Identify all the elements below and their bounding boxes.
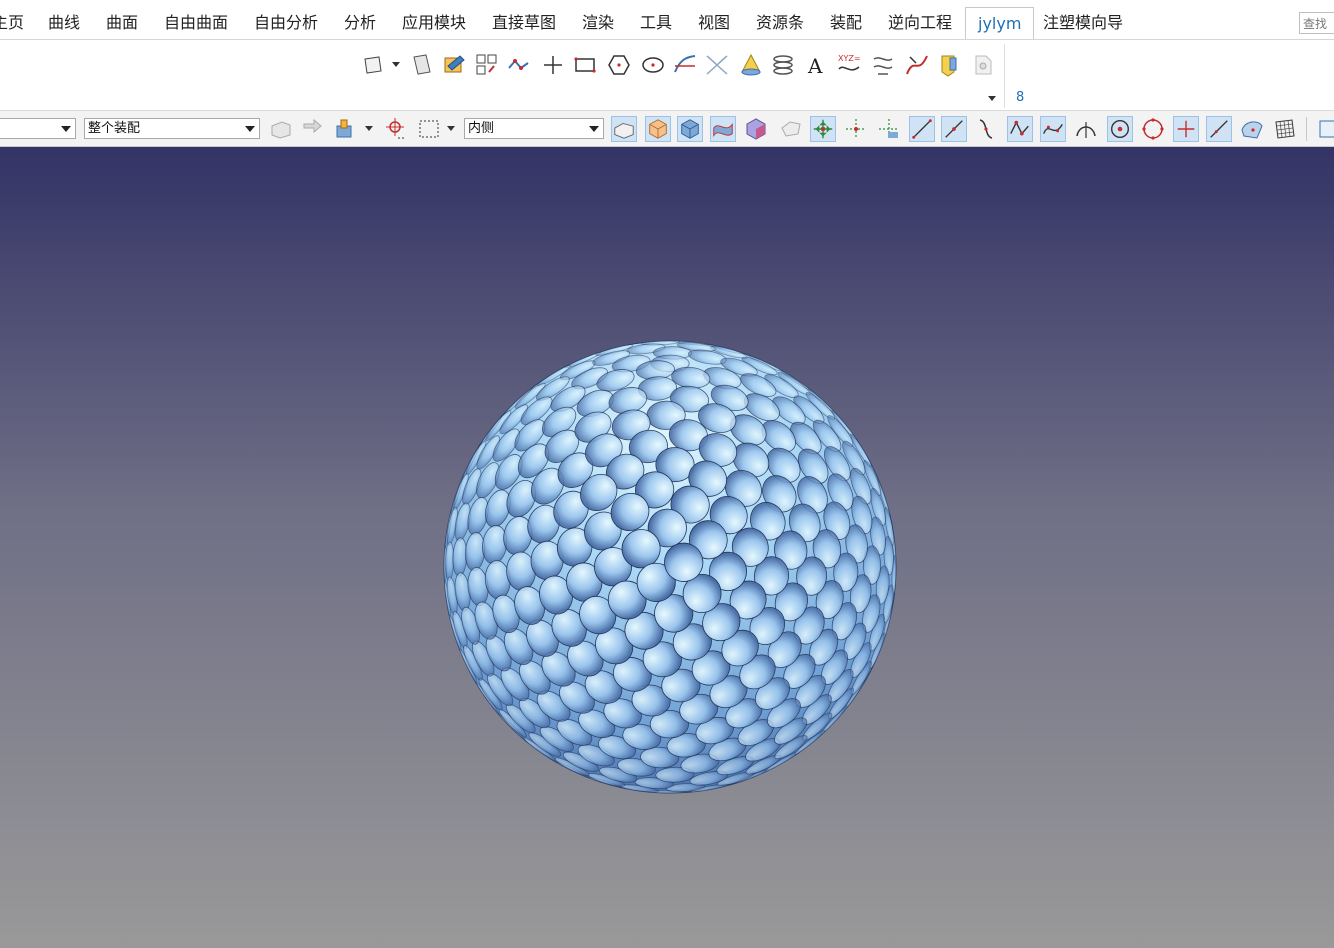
tab-surface[interactable]: 曲面 (100, 7, 144, 38)
tab-resource-bar[interactable]: 资源条 (750, 7, 810, 38)
rectangle-select-icon[interactable] (416, 116, 442, 142)
ribbon-group-label: 8 (1016, 90, 1025, 105)
tab-render[interactable]: 渲染 (576, 7, 620, 38)
chevron-down-icon[interactable] (392, 62, 400, 68)
select-face-icon[interactable] (611, 116, 637, 142)
snap-curve-icon[interactable] (974, 116, 1000, 142)
rectangle-icon[interactable] (572, 52, 598, 78)
tab-curve[interactable]: 曲线 (42, 7, 86, 38)
tab-jylym[interactable]: jylym (965, 7, 1035, 39)
golf-ball-model[interactable] (0, 147, 1334, 948)
snap-existing-point-icon[interactable] (1173, 116, 1199, 142)
chevron-down-icon (61, 126, 71, 132)
snap-arc-icon[interactable] (1073, 116, 1099, 142)
selection-mode-select[interactable]: 内侧 (464, 118, 604, 139)
select-solid-icon[interactable] (677, 116, 703, 142)
helix-icon[interactable] (770, 52, 796, 78)
intersection-curve-icon[interactable] (704, 52, 730, 78)
snap-point-on-face-icon[interactable] (1239, 116, 1265, 142)
tab-mold-wizard[interactable]: 注塑模向导 (1037, 7, 1129, 38)
ribbon-group: A XYZ= 8 (356, 40, 1024, 110)
ribbon-divider (1004, 44, 1005, 108)
select-sheet-icon[interactable] (710, 116, 736, 142)
group-more-icon[interactable] (988, 96, 996, 102)
tab-assembly[interactable]: 装配 (824, 7, 868, 38)
datum-plane-icon[interactable] (362, 52, 388, 78)
pattern-icon[interactable] (474, 52, 500, 78)
law-curve-icon[interactable]: XYZ= (836, 52, 862, 78)
chevron-down-icon (589, 126, 599, 132)
sketch-icon[interactable] (442, 52, 468, 78)
spline-icon[interactable] (870, 52, 896, 78)
more-icon[interactable] (970, 52, 996, 78)
snap-line-icon[interactable] (909, 116, 935, 142)
snap-quadrant-icon[interactable] (1140, 116, 1166, 142)
chevron-down-icon[interactable] (447, 126, 455, 132)
polyline-icon[interactable] (506, 52, 532, 78)
ellipse-icon[interactable] (640, 52, 666, 78)
tab-analysis[interactable]: 分析 (338, 7, 382, 38)
bridge-curve-icon[interactable] (904, 52, 930, 78)
select-box-icon[interactable] (332, 116, 358, 142)
assembly-filter-icon[interactable] (268, 116, 294, 142)
svg-text:A: A (807, 54, 823, 78)
tab-reverse-engineering[interactable]: 逆向工程 (882, 7, 958, 38)
snap-bounded-grid-icon[interactable] (1272, 116, 1298, 142)
command-search-input[interactable]: 查找命令 (1299, 12, 1334, 53)
select-body-icon[interactable] (645, 116, 671, 142)
offset-curve-icon[interactable] (672, 52, 698, 78)
selection-scope-value: 整个装配 (88, 121, 141, 136)
chevron-down-icon[interactable] (365, 126, 373, 132)
snap-arc-center-icon[interactable] (1107, 116, 1133, 142)
toolbar-divider (1306, 117, 1307, 141)
select-facet-icon[interactable] (778, 116, 804, 142)
tab-home[interactable]: 主页 (0, 7, 30, 38)
type-filter-select[interactable] (0, 118, 76, 139)
snap-midline-icon[interactable] (941, 116, 967, 142)
snap-polyline-icon[interactable] (1007, 116, 1033, 142)
tab-direct-sketch[interactable]: 直接草图 (486, 7, 562, 38)
selection-toolbar: 整个装配 内侧 (0, 111, 1334, 147)
graphics-viewport[interactable] (0, 147, 1334, 948)
snap-control-point-icon[interactable] (876, 116, 902, 142)
snap-end-point-icon[interactable] (810, 116, 836, 142)
cone-icon[interactable] (738, 52, 764, 78)
snap-point-icon[interactable] (382, 116, 408, 142)
tab-freeform[interactable]: 自由曲面 (158, 7, 234, 38)
ribbon-tab-bar: 主页 曲线 曲面 自由曲面 自由分析 分析 应用模块 直接草图 渲染 工具 视图… (0, 0, 1334, 53)
selection-mode-value: 内侧 (468, 121, 495, 136)
tab-view[interactable]: 视图 (692, 7, 736, 38)
ribbon-panel: A XYZ= 8 (0, 40, 1334, 111)
extract-icon[interactable] (936, 52, 962, 78)
tab-applications[interactable]: 应用模块 (396, 7, 472, 38)
point-icon[interactable] (540, 52, 566, 78)
snap-spline-icon[interactable] (1040, 116, 1066, 142)
text-icon[interactable]: A (804, 52, 830, 78)
tab-tools[interactable]: 工具 (634, 7, 678, 38)
tab-free-analysis[interactable]: 自由分析 (248, 7, 324, 38)
view-icon[interactable] (1316, 116, 1334, 142)
select-feature-icon[interactable] (743, 116, 769, 142)
svg-text:XYZ=: XYZ= (838, 54, 861, 63)
filter-arrow-icon[interactable] (300, 116, 326, 142)
snap-mid-point-icon[interactable] (843, 116, 869, 142)
selection-scope-select[interactable]: 整个装配 (84, 118, 260, 139)
plane-icon[interactable] (410, 52, 436, 78)
snap-point-on-curve-icon[interactable] (1206, 116, 1232, 142)
title-strip (0, 0, 1334, 7)
polygon-icon[interactable] (606, 52, 632, 78)
chevron-down-icon (245, 126, 255, 132)
